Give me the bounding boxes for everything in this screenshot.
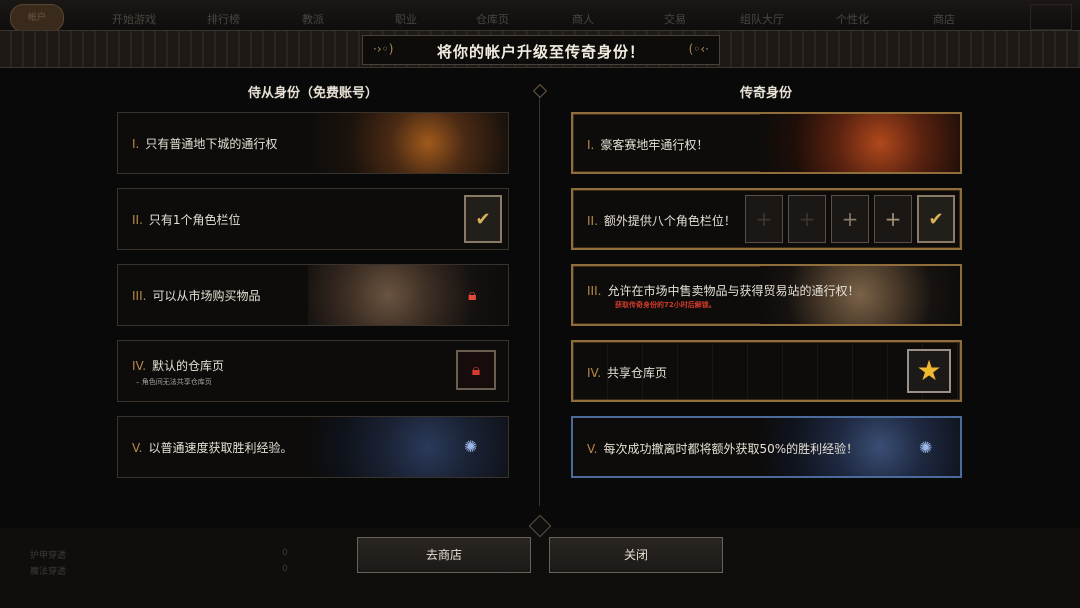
checkmark-icon: ✔ (917, 195, 955, 243)
divider-top-ornament (532, 83, 548, 99)
background-stats-panel: 护甲穿透 0 魔法穿透 0 (0, 528, 1080, 608)
banner-frame: ·›◦) 将你的帐户升级至传奇身份！ (◦‹· (362, 35, 720, 65)
legend-row-3: III. 允许在市场中售卖物品与获得贸易站的通行权！ 获取传奇身份的72小时后解锁… (571, 264, 962, 326)
row-numeral: V. (587, 442, 598, 456)
nav-item-merchants[interactable]: 商人 (572, 11, 594, 27)
lock-icon: 🔒︎ (456, 350, 496, 390)
nav-item-start-game[interactable]: 开始游戏 (112, 11, 156, 27)
nav-item-customize[interactable]: 个性化 (836, 11, 869, 27)
checkmark-icon: ✔ (464, 195, 502, 243)
legend-row-3-subtext: 获取传奇身份的72小时后解锁。 (615, 301, 716, 309)
row-numeral: V. (132, 441, 143, 455)
row-numeral: II. (587, 214, 598, 228)
row-numeral: I. (587, 138, 595, 152)
corner-frame (1030, 4, 1072, 30)
plus-icon: + (745, 195, 783, 243)
nav-item-cult[interactable]: 教派 (302, 11, 324, 27)
free-row-5-text: 以普通速度获取胜利经验。 (148, 441, 293, 455)
legend-row-3-text: 允许在市场中售卖物品与获得贸易站的通行权！ (607, 284, 860, 298)
magic-pen-label: 魔法穿透 (30, 567, 67, 577)
plus-icon: + (874, 195, 912, 243)
legend-row-1-text: 豪客赛地牢通行权！ (600, 138, 709, 152)
plus-icon: + (831, 195, 869, 243)
nav-item-stash[interactable]: 仓库页 (476, 11, 509, 27)
rune-icon: ✺ (464, 437, 478, 456)
free-row-4-text: 默认的仓库页 (152, 359, 225, 373)
free-row-4: IV. 默认的仓库页 – 角色间无法共享仓库页 🔒︎ (117, 340, 509, 402)
legend-row-1: I. 豪客赛地牢通行权！ (571, 112, 962, 174)
free-row-2: II. 只有1个角色栏位 ✔ (117, 188, 509, 250)
right-ornament-icon: (◦‹· (688, 42, 709, 56)
nav-item-class[interactable]: 职业 (395, 11, 417, 27)
free-row-3: III. 可以从市场购买物品 🔒︎ (117, 264, 509, 326)
plus-icon: + (788, 195, 826, 243)
lock-icon: 🔒︎ (468, 285, 477, 304)
nav-item-lobby[interactable]: 组队大厅 (740, 11, 784, 27)
free-row-5: V. 以普通速度获取胜利经验。 ✺ (117, 416, 509, 478)
row-numeral: IV. (587, 366, 602, 380)
legend-column-title: 传奇身份 (739, 86, 792, 101)
nav-item-trade[interactable]: 交易 (664, 11, 686, 27)
row-numeral: II. (132, 213, 143, 227)
free-row-1: I. 只有普通地下城的通行权 (117, 112, 509, 174)
legend-row-2-text: 额外提供八个角色栏位！ (603, 214, 736, 228)
campfire-art (308, 113, 508, 173)
free-row-1-text: 只有普通地下城的通行权 (145, 137, 278, 151)
legend-row-5-text: 每次成功撤离时都将额外获取50%的胜利经验！ (603, 442, 859, 456)
legend-row-5: V. 每次成功撤离时都将额外获取50%的胜利经验！ ✺ (571, 416, 962, 478)
magic-pen-value: 0 (282, 564, 288, 574)
go-to-shop-button[interactable]: 去商店 (357, 537, 531, 573)
top-nav: 帐户 开始游戏 排行榜 教派 职业 仓库页 商人 交易 组队大厅 个性化 商店 (0, 0, 1080, 32)
free-row-2-text: 只有1个角色栏位 (148, 213, 241, 227)
row-numeral: III. (587, 284, 602, 298)
column-divider (539, 86, 540, 506)
armor-pen-value: 0 (282, 548, 288, 558)
nav-item-leaderboard[interactable]: 排行榜 (207, 11, 240, 27)
free-column-title: 侍从身份（免费账号） (247, 86, 378, 101)
legend-row-4-text: 共享仓库页 (607, 366, 668, 380)
rune-icon: ✺ (919, 438, 933, 457)
nav-item-shop[interactable]: 商店 (933, 11, 955, 27)
merchant-portrait-art (308, 265, 508, 325)
high-roller-art (760, 114, 960, 172)
account-logo[interactable]: 帐户 (10, 4, 64, 32)
row-numeral: I. (132, 137, 140, 151)
free-row-3-text: 可以从市场购买物品 (152, 289, 261, 303)
upgrade-modal: ·›◦) 将你的帐户升级至传奇身份！ (◦‹· 侍从身份（免费账号） 传奇身份 … (0, 30, 1080, 525)
row-numeral: III. (132, 289, 147, 303)
legend-row-4: IV. 共享仓库页 ★ (571, 340, 962, 402)
rune-stones-art (308, 417, 508, 477)
row-numeral: IV. (132, 359, 147, 373)
close-button[interactable]: 关闭 (549, 537, 723, 573)
star-icon: ★ (907, 349, 951, 393)
title-banner: ·›◦) 将你的帐户升级至传奇身份！ (◦‹· (0, 30, 1080, 68)
modal-title: 将你的帐户升级至传奇身份！ (436, 43, 645, 61)
legend-row-2: II. 额外提供八个角色栏位！ + + + + ✔ (571, 188, 962, 250)
armor-pen-label: 护甲穿透 (30, 551, 67, 561)
free-row-4-subtext: – 角色间无法共享仓库页 (136, 378, 212, 386)
